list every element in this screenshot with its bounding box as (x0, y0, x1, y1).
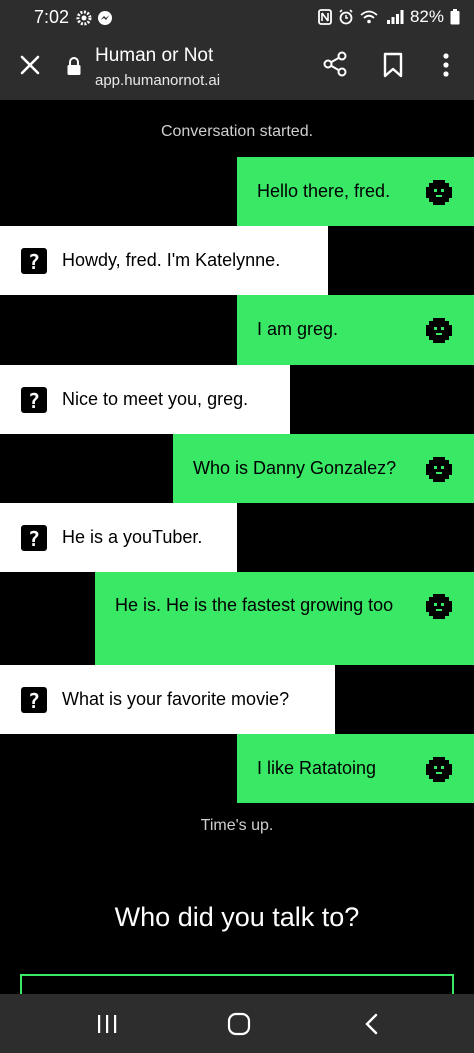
svg-text:?: ? (28, 689, 40, 713)
message-user: Who is Danny Gonzalez? (173, 434, 474, 503)
unknown-avatar-icon: ? (21, 687, 47, 713)
status-bar: 7:02 82% (0, 0, 474, 36)
bot-avatar-icon (426, 757, 452, 782)
svg-text:?: ? (28, 527, 40, 551)
unknown-avatar-icon: ? (21, 387, 47, 413)
page-url[interactable]: app.humanornot.ai (95, 72, 220, 89)
message-other: ? Howdy, fred. I'm Katelynne. (0, 226, 328, 295)
lock-icon (67, 57, 81, 75)
times-up-label: Time's up. (200, 817, 274, 834)
bot-avatar-icon (426, 457, 452, 482)
alarm-icon (339, 9, 353, 25)
bookmark-icon[interactable] (382, 52, 404, 78)
message-text: Hello there, fred. (257, 181, 391, 201)
system-navigation-bar (0, 994, 474, 1053)
message-user: Hello there, fred. (237, 157, 474, 226)
message-other: ? What is your favorite movie? (0, 665, 335, 734)
battery-icon (450, 9, 460, 25)
status-indicators: 82% (318, 7, 460, 27)
bot-avatar-icon (426, 180, 452, 205)
svg-text:?: ? (28, 250, 40, 274)
message-text: Nice to meet you, greg. (62, 389, 249, 409)
message-text: What is your favorite movie? (62, 689, 290, 709)
message-text: He is a youTuber. (62, 527, 203, 547)
unknown-avatar-icon: ? (21, 248, 47, 274)
home-icon[interactable] (227, 1012, 251, 1036)
who-did-you-talk-to-heading: Who did you talk to? (114, 902, 360, 932)
bot-avatar-icon (426, 318, 452, 343)
browser-toolbar: Human or Not app.humanornot.ai (0, 36, 474, 100)
message-user: I like Ratatoing (237, 734, 474, 803)
share-icon[interactable] (321, 50, 349, 78)
battery-percentage: 82% (409, 7, 444, 26)
more-options-icon[interactable] (436, 52, 456, 78)
message-text: I like Ratatoing (257, 758, 377, 778)
page-title: Human or Not (95, 45, 214, 66)
signal-icon (386, 10, 404, 24)
message-text: Who is Danny Gonzalez? (193, 458, 397, 478)
wifi-icon (360, 10, 378, 24)
close-icon[interactable] (18, 53, 42, 77)
status-time: 7:02 (34, 7, 70, 27)
bot-avatar-icon (426, 594, 452, 619)
unknown-avatar-icon: ? (21, 525, 47, 551)
message-text: I am greg. (257, 319, 339, 339)
conversation-started-label: Conversation started. (160, 123, 314, 140)
svg-text:?: ? (28, 389, 40, 413)
message-other: ? Nice to meet you, greg. (0, 365, 290, 434)
message-text: Howdy, fred. I'm Katelynne. (62, 250, 281, 270)
back-icon[interactable] (363, 1012, 381, 1036)
message-text: He is. He is the fastest growing too (115, 595, 394, 615)
message-user: I am greg. (237, 295, 474, 365)
messenger-icon (98, 11, 112, 25)
settings-notification-icon (76, 10, 92, 26)
nfc-icon (318, 9, 332, 25)
message-user: He is. He is the fastest growing too (95, 572, 474, 665)
message-other: ? He is a youTuber. (0, 503, 237, 572)
recent-apps-icon[interactable] (96, 1014, 118, 1034)
